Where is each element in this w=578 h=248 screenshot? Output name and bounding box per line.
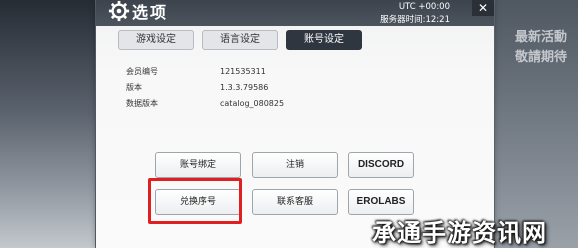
member-id-label: 会员编号: [126, 67, 158, 76]
member-id-value: 121535311: [220, 67, 266, 76]
data-version-label: 数据版本: [126, 99, 158, 108]
tab-language-settings[interactable]: 语言设定: [202, 30, 278, 50]
version-value: 1.3.3.79586: [220, 83, 269, 92]
server-time-label: 服务器时间:12:21: [380, 15, 450, 25]
titlebar: 选项 UTC +00:00 服务器时间:12:21 ✕: [96, 0, 494, 26]
window-title: 选项: [132, 3, 169, 22]
background-sign: 最新活動 敬請期待: [510, 28, 572, 76]
close-icon[interactable]: ✕: [472, 0, 494, 16]
discord-button[interactable]: DISCORD: [348, 152, 414, 178]
erolabs-button[interactable]: EROLABS: [348, 189, 414, 215]
watermark: 承通手游资讯网: [372, 219, 547, 247]
gear-icon: [108, 0, 130, 22]
data-version-value: catalog_080825: [220, 99, 285, 108]
bind-account-button[interactable]: 账号绑定: [155, 152, 241, 178]
account-info: 会员编号 121535311 版本 1.3.3.79586 数据版本 catal…: [126, 64, 386, 112]
logout-button[interactable]: 注销: [252, 152, 338, 178]
info-row-version: 版本 1.3.3.79586: [126, 80, 386, 96]
background-sign-line2: 敬請期待: [514, 50, 567, 65]
version-label: 版本: [126, 83, 142, 92]
timezone-label: UTC +00:00: [398, 2, 450, 12]
redeem-highlight-box: [148, 178, 242, 224]
tab-account-settings[interactable]: 账号设定: [286, 30, 362, 50]
info-row-data-version: 数据版本 catalog_080825: [126, 96, 386, 112]
contact-support-button[interactable]: 联系客服: [252, 189, 338, 215]
background-left: [0, 0, 95, 248]
info-row-member-id: 会员编号 121535311: [126, 64, 386, 80]
background-sign-line1: 最新活動: [514, 30, 567, 45]
tab-game-settings[interactable]: 游戏设定: [118, 30, 194, 50]
